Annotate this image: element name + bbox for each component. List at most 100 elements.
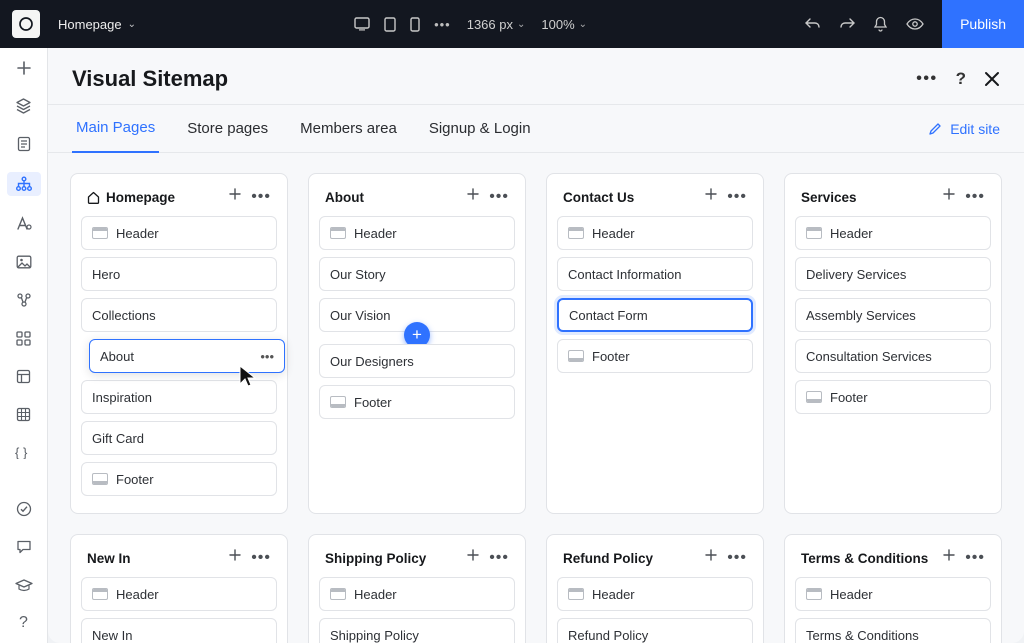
page-dropdown-label: Homepage	[58, 17, 122, 32]
section-item[interactable]: Header	[557, 577, 753, 611]
apps-icon[interactable]	[0, 328, 48, 348]
section-item[interactable]: Inspiration	[81, 380, 277, 414]
section-item[interactable]: Delivery Services	[795, 257, 991, 291]
undo-icon[interactable]	[805, 17, 821, 31]
section-item[interactable]: Gift Card	[81, 421, 277, 455]
add-section-icon[interactable]	[943, 549, 955, 567]
section-item[interactable]: Header	[795, 577, 991, 611]
section-label: About	[100, 349, 134, 364]
help-icon[interactable]: ?	[0, 613, 48, 633]
app-logo[interactable]	[12, 10, 40, 38]
code-icon[interactable]: { }	[0, 442, 48, 462]
section-item[interactable]: Collections	[81, 298, 277, 332]
card-more-icon[interactable]: •••	[251, 549, 271, 567]
section-more-icon[interactable]: •••	[260, 349, 274, 364]
check-icon[interactable]	[0, 498, 48, 518]
section-item[interactable]: Hero	[81, 257, 277, 291]
tab-main-pages[interactable]: Main Pages	[72, 105, 159, 153]
card-title: Refund Policy	[563, 551, 705, 566]
close-icon[interactable]	[984, 69, 1000, 89]
page-dropdown[interactable]: Homepage ⌄	[58, 17, 136, 32]
connections-icon[interactable]	[0, 290, 48, 310]
more-devices-icon[interactable]: •••	[434, 17, 451, 32]
add-section-icon[interactable]	[467, 188, 479, 206]
section-label: Our Story	[330, 267, 386, 282]
media-icon[interactable]	[0, 252, 48, 272]
section-item[interactable]: Header	[81, 577, 277, 611]
comment-icon[interactable]	[0, 537, 48, 557]
card-more-icon[interactable]: •••	[727, 188, 747, 206]
add-section-icon[interactable]	[705, 549, 717, 567]
header-section-icon	[330, 227, 346, 239]
components-icon[interactable]	[0, 366, 48, 386]
section-item[interactable]: Header	[81, 216, 277, 250]
pencil-icon	[928, 122, 942, 136]
card-more-icon[interactable]: •••	[965, 188, 985, 206]
section-label: Footer	[592, 349, 630, 364]
section-item[interactable]: Consultation Services	[795, 339, 991, 373]
tablet-icon[interactable]	[384, 17, 396, 32]
mobile-icon[interactable]	[410, 17, 420, 32]
section-item[interactable]: Footer	[81, 462, 277, 496]
data-icon[interactable]	[0, 404, 48, 424]
card-title: About	[325, 190, 467, 205]
typography-icon[interactable]	[0, 214, 48, 234]
card-more-icon[interactable]: •••	[965, 549, 985, 567]
section-item[interactable]: Our Vision+	[319, 298, 515, 332]
edit-site-button[interactable]: Edit site	[928, 121, 1000, 137]
section-item[interactable]: Header	[319, 216, 515, 250]
canvas-width-dropdown[interactable]: 1366 px ⌄	[467, 17, 526, 32]
add-element-icon[interactable]	[0, 58, 48, 78]
section-item[interactable]: Header	[319, 577, 515, 611]
section-item[interactable]: Our Designers	[319, 344, 515, 378]
page-card: Contact Us•••HeaderContact InformationFo…	[546, 173, 764, 514]
section-label: Header	[116, 587, 159, 602]
section-label: Header	[354, 587, 397, 602]
section-item[interactable]: New In	[81, 618, 277, 643]
section-name-input[interactable]	[569, 308, 741, 323]
tab-signup-login[interactable]: Signup & Login	[425, 105, 535, 153]
tab-members-area[interactable]: Members area	[296, 105, 401, 153]
section-item[interactable]: Footer	[557, 339, 753, 373]
card-more-icon[interactable]: •••	[727, 549, 747, 567]
section-item[interactable]: Footer	[795, 380, 991, 414]
chevron-down-icon: ⌄	[517, 19, 525, 30]
sitemap-icon[interactable]	[7, 172, 41, 195]
publish-button[interactable]: Publish	[942, 0, 1024, 48]
card-more-icon[interactable]: •••	[489, 549, 509, 567]
section-item[interactable]: Shipping Policy	[319, 618, 515, 643]
add-section-icon[interactable]	[229, 549, 241, 567]
preview-icon[interactable]	[906, 18, 924, 30]
section-label: Contact Information	[568, 267, 681, 282]
layers-icon[interactable]	[0, 96, 48, 116]
section-item[interactable]: Header	[557, 216, 753, 250]
learn-icon[interactable]	[0, 575, 48, 595]
add-section-icon[interactable]	[705, 188, 717, 206]
section-item[interactable]: About •••	[89, 339, 285, 373]
add-section-icon[interactable]	[467, 549, 479, 567]
section-item[interactable]	[557, 298, 753, 332]
section-item[interactable]: Assembly Services	[795, 298, 991, 332]
section-label: Inspiration	[92, 390, 152, 405]
section-item[interactable]: Footer	[319, 385, 515, 419]
card-title: New In	[87, 551, 229, 566]
pages-icon[interactable]	[0, 134, 48, 154]
tab-store-pages[interactable]: Store pages	[183, 105, 272, 153]
section-item[interactable]: Terms & Conditions	[795, 618, 991, 643]
card-more-icon[interactable]: •••	[489, 188, 509, 206]
zoom-dropdown[interactable]: 100% ⌄	[541, 17, 587, 32]
add-section-icon[interactable]	[943, 188, 955, 206]
section-item[interactable]: Header	[795, 216, 991, 250]
card-more-icon[interactable]: •••	[251, 188, 271, 206]
more-options-icon[interactable]: •••	[916, 69, 937, 89]
section-item[interactable]: Our Story	[319, 257, 515, 291]
help-icon[interactable]: ?	[956, 69, 966, 89]
desktop-icon[interactable]	[354, 17, 370, 31]
bell-icon[interactable]	[873, 16, 888, 32]
section-item[interactable]: Refund Policy	[557, 618, 753, 643]
card-title: Shipping Policy	[325, 551, 467, 566]
section-item[interactable]: Contact Information	[557, 257, 753, 291]
redo-icon[interactable]	[839, 17, 855, 31]
footer-section-icon	[330, 396, 346, 408]
add-section-icon[interactable]	[229, 188, 241, 206]
